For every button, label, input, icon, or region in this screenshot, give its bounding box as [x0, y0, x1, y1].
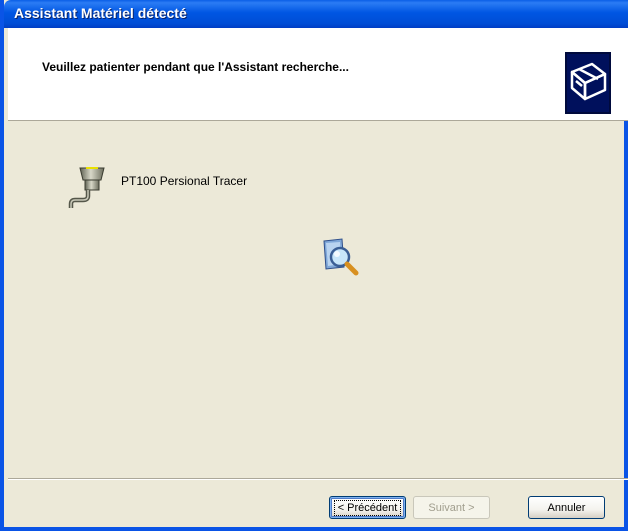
cancel-button[interactable]: Annuler	[528, 496, 605, 519]
back-button-label: < Précédent	[333, 499, 402, 516]
button-divider	[8, 478, 628, 480]
device-name: PT100 Persional Tracer	[121, 174, 248, 188]
wizard-content: PT100 Persional Tracer	[8, 121, 628, 477]
title-bar[interactable]: Assistant Matériel détecté	[4, 0, 628, 28]
hardware-wizard-icon	[565, 52, 611, 114]
window-title: Assistant Matériel détecté	[14, 5, 187, 21]
wizard-header: Veuillez patienter pendant que l'Assista…	[8, 28, 628, 121]
header-title: Veuillez patienter pendant que l'Assista…	[42, 60, 349, 74]
search-magnifier-icon	[323, 238, 359, 276]
serial-port-connector-icon	[68, 167, 105, 208]
next-button[interactable]: Suivant >	[413, 496, 490, 519]
back-button[interactable]: < Précédent	[329, 496, 406, 519]
wizard-window: Assistant Matériel détecté Veuillez pati…	[0, 0, 628, 531]
